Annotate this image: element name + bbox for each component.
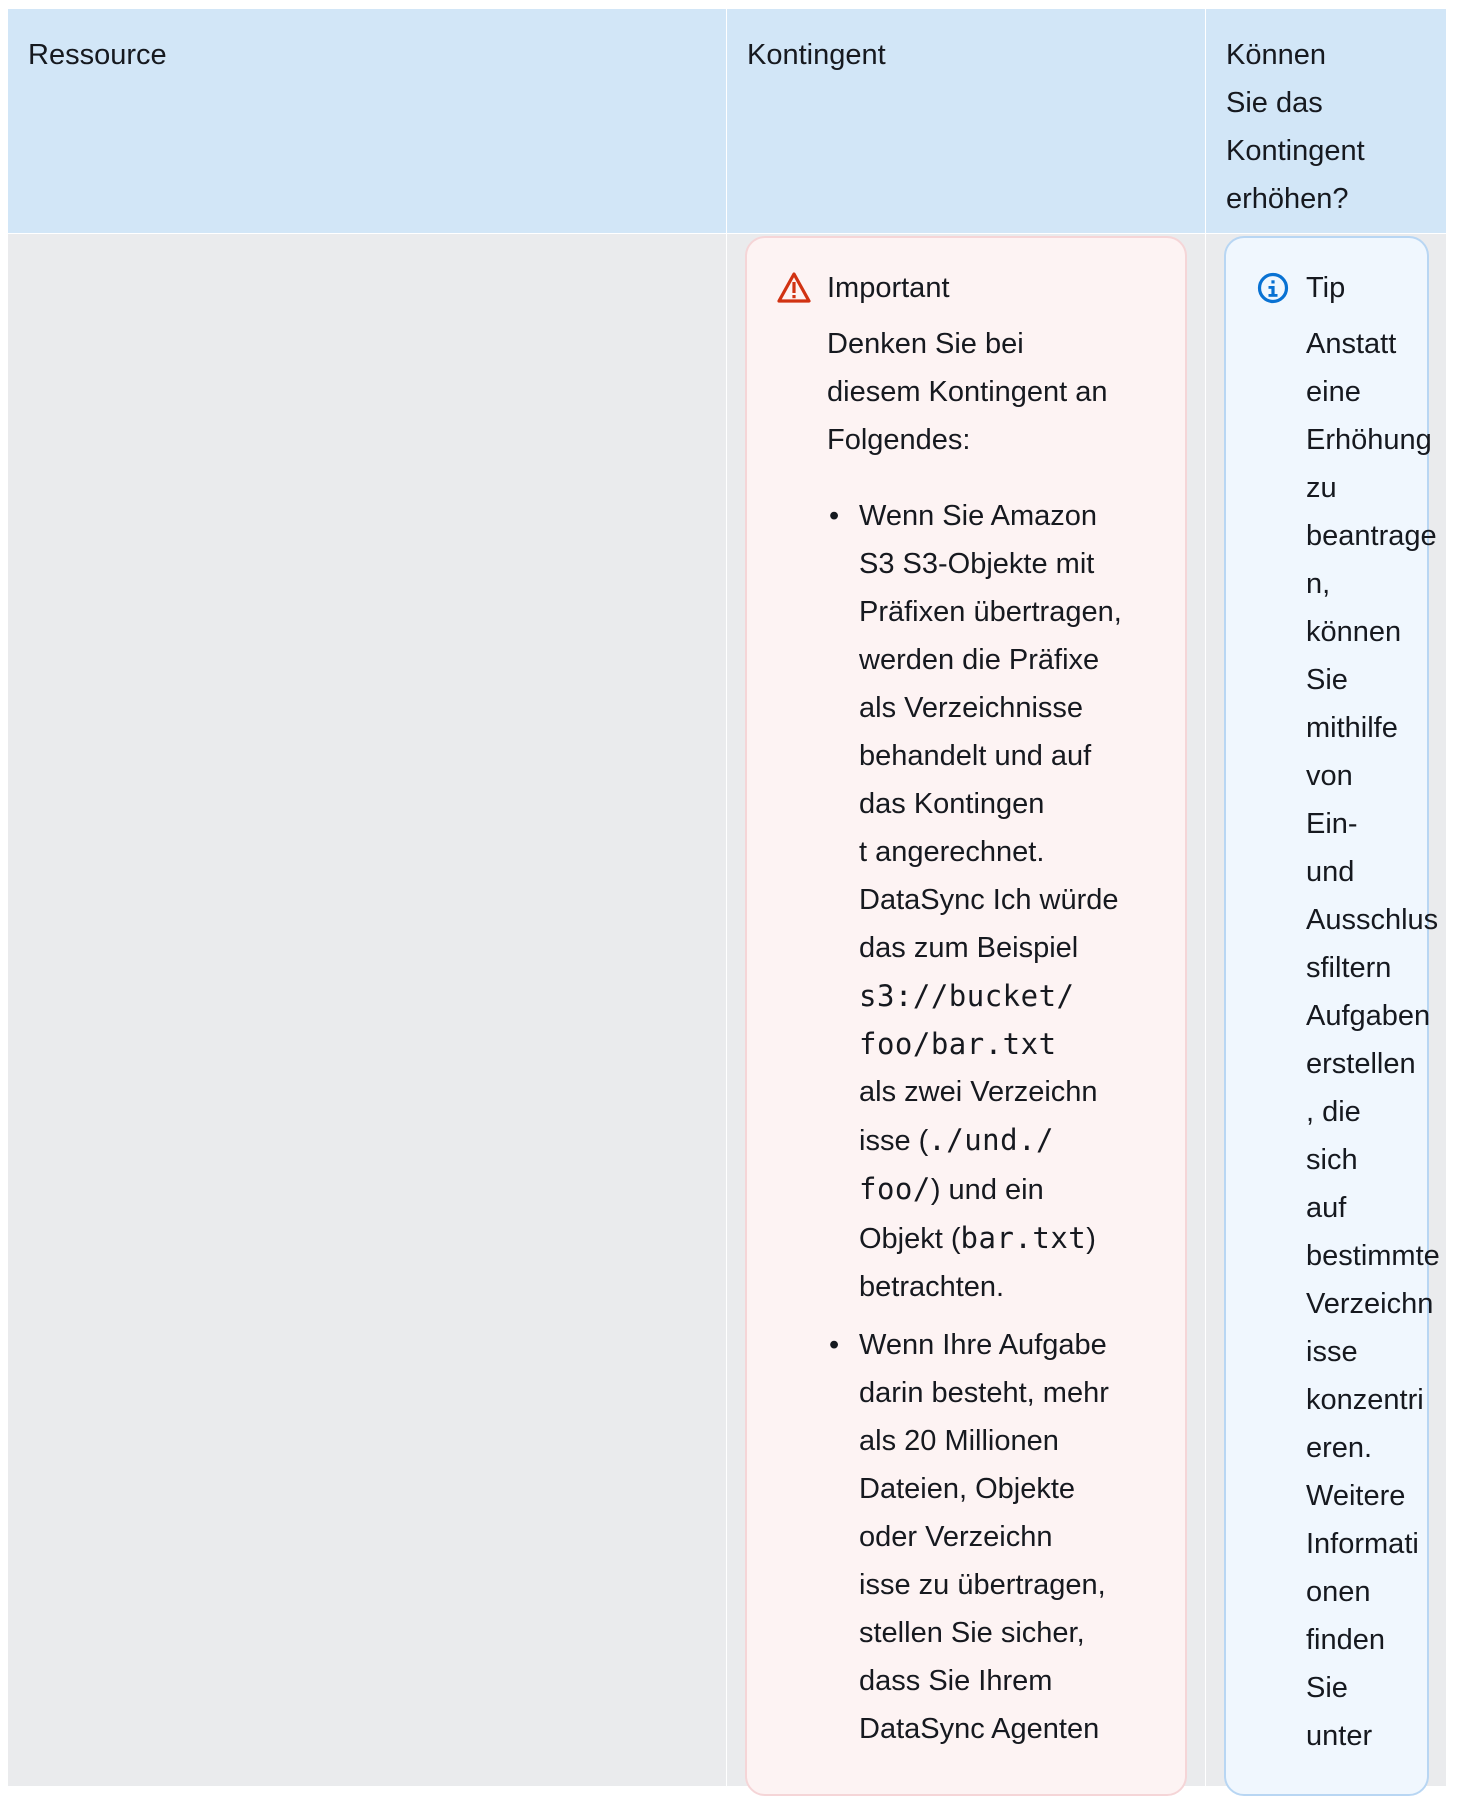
text-line: Dateien, Objekte [859,1473,1076,1505]
text-line: DataSync Ich würde [859,884,1119,916]
text-line: das zum Beispiel [859,932,1079,964]
important-callout-header: Important [777,264,950,312]
text-line: erstellen [1306,1048,1416,1080]
text-line: Objekt (bar.txt) [859,1214,1167,1263]
text-line: Verzeichn [1306,1288,1434,1320]
text-line: eren. [1306,1432,1373,1464]
text-line: als Verzeichnisse [859,692,1084,724]
text-line: t angerechnet. [859,836,1045,868]
column-header-increase: Können Sie das Kontingent erhöhen? [1206,9,1446,233]
text-line: eine [1306,376,1361,408]
text-line: DataSync Agenten [859,1713,1100,1745]
column-header-increase-line: Können [1226,39,1326,71]
text-line: bestimmte [1306,1240,1440,1272]
text-line: sich [1306,1144,1358,1176]
text-line: Präfixen übertragen, [859,596,1122,628]
list-item: Wenn Sie Amazon S3 S3-Objekte mit Präfix… [827,492,1167,1311]
code-path: s3://bucket/ [859,979,1075,1013]
text-line: auf [1306,1192,1347,1224]
text-line: oder Verzeichn [859,1521,1053,1553]
warning-triangle-icon [777,271,811,305]
text-line: und [1306,856,1355,888]
text-line: Wenn Sie Amazon [859,500,1098,532]
text-fragment: isse ( [859,1125,929,1157]
important-callout-body: Denken Sie bei diesem Kontingent an Folg… [827,320,1167,1763]
text-line: Informati [1306,1528,1419,1560]
text-line: unter [1306,1720,1373,1752]
text-line: Weitere [1306,1480,1406,1512]
column-divider [1205,9,1206,1786]
text-fragment: ) und ein [930,1174,1044,1206]
important-list: Wenn Sie Amazon S3 S3-Objekte mit Präfix… [827,492,1167,1753]
code-fragment: foo/ [859,1172,931,1206]
text-line: dass Sie Ihrem [859,1665,1053,1697]
code-path: foo/bar.txt [859,1027,1057,1061]
text-line: von [1306,760,1353,792]
text-line: Ein- [1306,808,1358,840]
text-line: onen [1306,1576,1371,1608]
column-header-resource: Ressource [8,9,726,233]
text-line: mithilfe [1306,712,1398,744]
tip-callout-body: Anstatt eine Erhöhung zu beantrage n, kö… [1306,320,1466,1760]
text-line: isse zu übertragen, [859,1569,1106,1601]
tip-callout: Tip Anstatt eine Erhöhung zu beantrage n… [1224,236,1440,1796]
text-line: werden die Präfixe [859,644,1100,676]
text-line: isse [1306,1336,1358,1368]
list-item: Wenn Ihre Aufgabe darin besteht, mehr al… [827,1321,1167,1753]
text-line: sfiltern [1306,952,1392,984]
text-line: Ausschlus [1306,904,1439,936]
text-line: betrachten. [859,1271,1005,1303]
text-line: konzentri [1306,1384,1424,1416]
text-line: Anstatt [1306,328,1397,360]
column-header-quota: Kontingent [727,9,1205,233]
text-line: finden [1306,1624,1386,1656]
important-callout-title: Important [827,272,950,304]
text-line: zu [1306,472,1337,504]
text-line: Wenn Ihre Aufgabe [859,1329,1107,1361]
text-line: als zwei Verzeichn [859,1076,1098,1108]
column-header-increase-line: Sie das [1226,87,1323,119]
column-header-resource-label: Ressource [28,39,167,71]
important-intro: Denken Sie bei diesem Kontingent an Folg… [827,320,1167,464]
text-line: stellen Sie sicher, [859,1617,1085,1649]
text-line: behandelt und auf [859,740,1092,772]
text-line: S3 S3-Objekte mit [859,548,1095,580]
text-line: n, [1306,568,1331,600]
text-line: , die [1306,1096,1361,1128]
text-line: können [1306,616,1402,648]
text-line: Denken Sie bei [827,328,1024,360]
code-fragment: bar.txt [960,1221,1087,1255]
text-line: isse (./und./ [859,1116,1167,1165]
row-divider [8,233,1446,234]
text-fragment: ) [1086,1223,1096,1255]
important-callout: Important Denken Sie bei diesem Kontinge… [745,236,1187,1796]
column-header-increase-line: erhöhen? [1226,183,1349,215]
tip-callout-title: Tip [1306,272,1346,304]
text-line: Erhöhung [1306,424,1432,456]
text-line: foo/) und ein [859,1165,1167,1214]
text-line: das Kontingen [859,788,1045,820]
column-header-quota-label: Kontingent [747,39,886,71]
column-header-increase-line: Kontingent [1226,135,1365,167]
text-line: diesem Kontingent an [827,376,1108,408]
text-line: Sie [1306,1672,1348,1704]
text-line: darin besteht, mehr [859,1377,1109,1409]
code-fragment: ./und./ [928,1123,1055,1157]
tip-callout-header: Tip [1256,264,1345,312]
info-icon [1256,271,1290,305]
text-fragment: Objekt ( [859,1223,961,1255]
text-line: beantrage [1306,520,1437,552]
column-divider [726,9,727,1786]
text-line: Folgendes: [827,424,971,456]
text-line: als 20 Millionen [859,1425,1059,1457]
text-line: Aufgaben [1306,1000,1431,1032]
text-line: Sie [1306,664,1348,696]
